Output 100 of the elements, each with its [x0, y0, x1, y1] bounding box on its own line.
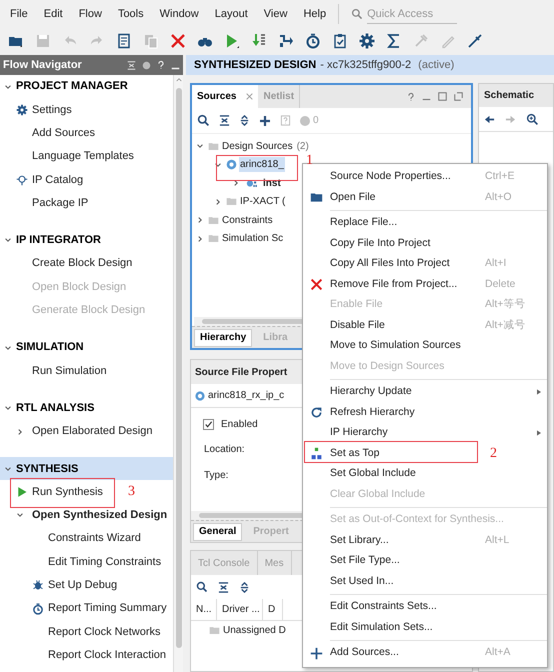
menu-item[interactable]: Help — [295, 3, 334, 25]
menu-item[interactable]: Set Used In... — [330, 572, 394, 592]
nav-item[interactable]: Report Clock Networks — [48, 624, 160, 640]
tree-item[interactable]: Constraints — [221, 212, 274, 228]
nav-item[interactable]: Open Elaborated Design — [32, 423, 152, 440]
nav-item[interactable]: Open Synthesized Design — [32, 507, 168, 524]
section-header[interactable]: RTL ANALYSIS — [16, 400, 94, 416]
design-status: (active) — [418, 58, 454, 73]
nav-item[interactable]: Constraints Wizard — [48, 530, 141, 547]
enabled-checkbox[interactable] — [203, 419, 214, 430]
nav-item[interactable]: Run Synthesis — [32, 484, 103, 500]
chevron-down-icon[interactable] — [4, 82, 12, 91]
menu-item[interactable]: View — [256, 3, 296, 25]
maximize-icon[interactable] — [438, 92, 447, 101]
item-count: (2) — [296, 140, 309, 154]
scrollbar[interactable] — [173, 75, 183, 672]
menu-item[interactable]: Add Sources... — [330, 643, 399, 664]
nav-item[interactable]: Package IP — [32, 194, 88, 212]
menu-item[interactable]: Set Library... — [330, 530, 389, 551]
panel-title: Source File Propert — [195, 366, 288, 380]
file-name: arinc818_rx_ip_c — [208, 389, 284, 403]
nav-item[interactable]: Edit Timing Constraints — [48, 554, 162, 570]
menu-item[interactable]: Set Global Include — [330, 464, 416, 484]
chevron-down-icon[interactable] — [4, 344, 12, 352]
column-header[interactable]: D — [263, 599, 283, 620]
close-icon[interactable] — [246, 93, 254, 100]
menu-item[interactable]: Set as Top — [330, 444, 380, 464]
folder-icon — [209, 625, 220, 636]
collapse-all-icon[interactable] — [219, 115, 230, 126]
menu-item[interactable]: Move to Simulation Sources — [330, 336, 461, 356]
chevron-down-icon[interactable] — [4, 404, 12, 412]
menu-item[interactable]: Edit Constraints Sets... — [330, 597, 437, 618]
menu-item[interactable]: Open File — [330, 188, 376, 208]
tab[interactable]: Sources — [192, 85, 258, 108]
section-header[interactable]: SYNTHESIS — [16, 460, 78, 478]
zoom-in-icon[interactable] — [526, 112, 539, 126]
tree-item[interactable]: IP-XACT ( — [239, 194, 286, 210]
help-icon[interactable] — [407, 92, 415, 102]
search-icon[interactable] — [197, 114, 210, 127]
nav-item[interactable]: Report Clock Interaction — [48, 646, 166, 664]
tab[interactable]: Hierarchy — [194, 328, 252, 346]
section-header[interactable]: IP INTEGRATOR — [16, 232, 101, 249]
expand-all-icon[interactable] — [239, 582, 250, 592]
nav-item[interactable]: Report Timing Summary — [48, 600, 167, 617]
scroll-up-icon[interactable] — [176, 77, 182, 82]
column-header[interactable]: N... — [191, 599, 217, 620]
plus-icon[interactable] — [259, 114, 271, 126]
menu-item[interactable]: File — [2, 3, 36, 25]
tree-item[interactable]: Design Sources — [221, 138, 294, 154]
chevron-down-icon[interactable] — [4, 236, 12, 244]
folder-icon — [310, 191, 323, 204]
chevron-right-icon[interactable] — [16, 428, 24, 436]
menu-item[interactable]: Replace File... — [330, 213, 398, 234]
nav-item[interactable]: Language Templates — [32, 148, 134, 165]
menu-item[interactable]: Refresh Hierarchy — [330, 402, 415, 423]
nav-item[interactable]: Run Simulation — [32, 362, 107, 380]
search-icon[interactable] — [196, 581, 208, 593]
back-arrow-icon[interactable] — [484, 114, 495, 124]
menu-item[interactable]: Window — [152, 3, 207, 25]
tree-item[interactable]: arinc818_ — [239, 157, 285, 172]
shortcut-label: Alt+O — [485, 190, 513, 205]
expand-all-icon[interactable] — [239, 115, 250, 126]
menu-item[interactable]: Set File Type... — [330, 551, 400, 572]
column-header[interactable]: Driver ... — [217, 599, 263, 620]
design-title: SYNTHESIZED DESIGN — [194, 58, 316, 73]
hierarchy-icon — [310, 447, 323, 460]
quick-access-field[interactable]: Quick Access — [367, 4, 458, 24]
nav-item: Generate Block Design — [32, 303, 146, 318]
table-cell-text: Unassigned D — [223, 624, 286, 638]
nav-item[interactable]: Create Block Design — [32, 255, 132, 272]
menu-item[interactable]: Copy File Into Project — [330, 234, 430, 254]
menu-item[interactable]: Edit Simulation Sets... — [330, 618, 433, 638]
menu-item[interactable]: Layout — [206, 3, 256, 25]
verilog-file-icon — [226, 159, 237, 170]
collapse-all-icon[interactable] — [218, 582, 229, 592]
nav-item[interactable]: Set Up Debug — [48, 577, 118, 594]
menu-item[interactable]: Flow — [70, 3, 110, 25]
menu-item[interactable]: Copy All Files Into Project — [330, 254, 450, 274]
section-header[interactable]: PROJECT MANAGER — [16, 78, 128, 95]
nav-item[interactable]: IP Catalog — [32, 172, 84, 188]
nav-item[interactable]: Settings — [32, 102, 72, 118]
menu-item[interactable]: Source Node Properties... — [330, 167, 451, 188]
file-icon — [195, 390, 205, 400]
menu-item[interactable]: Tools — [110, 3, 152, 25]
lightbulb-icon — [16, 174, 28, 186]
menu-item[interactable]: Remove File from Project... — [330, 274, 458, 295]
chevron-down-icon[interactable] — [4, 464, 12, 473]
nav-item[interactable]: Add Sources — [32, 124, 95, 142]
chevron-down-icon[interactable] — [16, 511, 24, 520]
menu-item[interactable]: Disable File — [330, 316, 385, 336]
float-window-icon[interactable] — [454, 92, 463, 101]
section-header[interactable]: SIMULATION — [16, 339, 84, 356]
menu-item[interactable]: Hierarchy Update — [330, 382, 412, 402]
status-dot-icon — [300, 116, 310, 126]
tree-item[interactable]: Simulation Sc — [221, 231, 284, 246]
selected-section-row[interactable]: SYNTHESIS — [0, 457, 173, 480]
menu-item[interactable]: IP Hierarchy — [330, 423, 388, 444]
menu-item[interactable]: Edit — [36, 3, 71, 25]
tab[interactable]: General — [193, 522, 242, 540]
panel-title: Schematic — [484, 89, 534, 103]
